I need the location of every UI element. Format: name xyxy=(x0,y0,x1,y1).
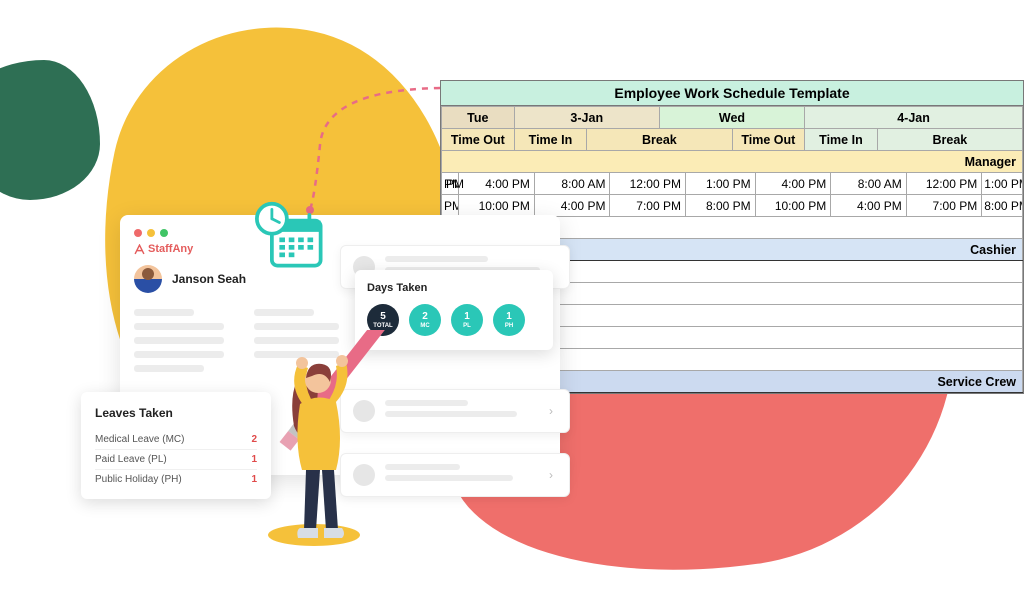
leave-row: Public Holiday (PH) 1 xyxy=(95,469,257,489)
leaves-taken-title: Leaves Taken xyxy=(95,406,257,420)
avatar xyxy=(134,265,162,293)
col-timein-4jan: Time In xyxy=(805,129,878,151)
leaves-taken-card: Leaves Taken Medical Leave (MC) 2 Paid L… xyxy=(81,392,271,499)
days-taken-title: Days Taken xyxy=(367,282,541,294)
role-label: Manager xyxy=(442,151,1023,173)
chevron-right-icon: › xyxy=(545,468,557,482)
col-break-3jan: Break xyxy=(587,129,732,151)
window-close-icon[interactable] xyxy=(134,229,142,237)
person-illustration-icon xyxy=(258,330,388,560)
table-row: PM 10:00 PM 4:00 PM 7:00 PM 8:00 PM 10:0… xyxy=(442,195,1023,217)
decorative-blob-blue xyxy=(0,60,100,200)
role-row-manager: Manager xyxy=(442,151,1023,173)
days-taken-pl[interactable]: 1 PL xyxy=(451,304,483,336)
leave-value: 2 xyxy=(251,434,257,445)
leave-value: 1 xyxy=(251,454,257,465)
days-taken-mc[interactable]: 2 MC xyxy=(409,304,441,336)
col-day-wed: Wed xyxy=(659,107,804,129)
leave-label: Medical Leave (MC) xyxy=(95,434,184,445)
schedule-title: Employee Work Schedule Template xyxy=(441,81,1023,106)
window-max-icon[interactable] xyxy=(160,229,168,237)
profile-name: Janson Seah xyxy=(172,272,246,286)
leave-row: Medical Leave (MC) 2 xyxy=(95,430,257,449)
col-day-tue: Tue xyxy=(442,107,515,129)
brand-text: StaffAny xyxy=(148,243,193,255)
days-taken-ph[interactable]: 1 PH xyxy=(493,304,525,336)
table-row: PM 4:00 PM 8:00 AM 12:00 PM 1:00 PM 4:00… xyxy=(442,173,1023,195)
col-timeout-tue: Time Out xyxy=(442,129,515,151)
col-date-3jan: 3-Jan xyxy=(514,107,659,129)
leave-label: Public Holiday (PH) xyxy=(95,474,182,485)
leave-row: Paid Leave (PL) 1 xyxy=(95,449,257,469)
window-min-icon[interactable] xyxy=(147,229,155,237)
chevron-right-icon: › xyxy=(545,404,557,418)
leave-value: 1 xyxy=(251,474,257,485)
col-timein-3jan: Time In xyxy=(514,129,587,151)
col-break-4jan: Break xyxy=(877,129,1022,151)
leave-label: Paid Leave (PL) xyxy=(95,454,167,465)
col-timeout-wed: Time Out xyxy=(732,129,805,151)
window-controls[interactable] xyxy=(134,229,546,237)
col-date-4jan: 4-Jan xyxy=(805,107,1023,129)
clock-calendar-icon xyxy=(255,200,330,275)
